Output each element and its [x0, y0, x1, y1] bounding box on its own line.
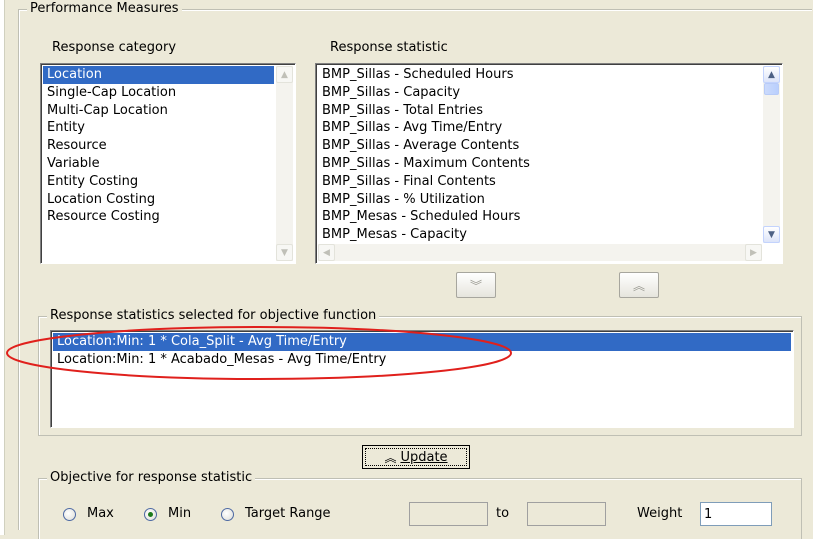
radio-selected-dot	[148, 512, 153, 517]
list-item[interactable]: BMP_Sillas - Scheduled Hours	[318, 66, 761, 84]
list-item[interactable]: Single-Cap Location	[43, 84, 274, 102]
list-item[interactable]: BMP_Sillas - % Utilization	[318, 191, 761, 209]
selected-statistics-title: Response statistics selected for objecti…	[47, 308, 380, 324]
scrollbar-thumb[interactable]	[764, 83, 779, 95]
range-to-input[interactable]	[528, 503, 605, 525]
list-item[interactable]: BMP_Sillas - Avg Time/Entry	[318, 119, 761, 137]
list-item[interactable]: Entity	[43, 119, 274, 137]
list-item[interactable]: Resource	[43, 137, 274, 155]
category-vertical-scrollbar[interactable]: ▲ ▼	[276, 66, 293, 261]
list-item[interactable]: BMP_Mesas - Capacity	[318, 226, 761, 243]
list-item[interactable]: Location:Min: 1 * Cola_Split - Avg Time/…	[53, 333, 791, 351]
list-item[interactable]: BMP_Sillas - Final Contents	[318, 173, 761, 191]
list-item[interactable]: Resource Costing	[43, 208, 274, 226]
statistic-horizontal-scrollbar[interactable]: ◀ ▶	[318, 244, 762, 261]
list-item[interactable]: Variable	[43, 155, 274, 173]
range-from-field[interactable]	[409, 502, 488, 526]
list-item[interactable]: BMP_Sillas - Total Entries	[318, 102, 761, 120]
scroll-down-icon[interactable]: ▼	[763, 226, 780, 243]
scroll-up-icon[interactable]: ▲	[763, 66, 780, 83]
list-item[interactable]: BMP_Sillas - Average Contents	[318, 137, 761, 155]
scroll-right-icon[interactable]: ▶	[745, 244, 762, 261]
weight-input[interactable]	[701, 503, 771, 525]
statistic-vertical-scrollbar[interactable]: ▲ ▼	[763, 66, 780, 243]
response-statistic-label: Response statistic	[330, 40, 448, 55]
range-to-field[interactable]	[527, 502, 606, 526]
performance-measures-title: Performance Measures	[27, 1, 182, 17]
to-label: to	[496, 506, 510, 521]
radio-target-range-label: Target Range	[245, 506, 331, 521]
list-item[interactable]: BMP_Sillas - Maximum Contents	[318, 155, 761, 173]
update-label: Update	[400, 449, 448, 465]
radio-max[interactable]	[63, 508, 76, 521]
window-left-border	[0, 0, 5, 535]
radio-min[interactable]	[144, 508, 157, 521]
list-item[interactable]: BMP_Mesas - Scheduled Hours	[318, 208, 761, 226]
list-item[interactable]: Location	[43, 66, 274, 84]
radio-max-label: Max	[87, 506, 114, 521]
double-chevron-down-icon: ︾	[469, 278, 482, 293]
move-down-button[interactable]: ︾	[456, 272, 496, 298]
objective-group-title: Objective for response statistic	[47, 470, 256, 486]
scroll-left-icon[interactable]: ◀	[318, 244, 335, 261]
response-category-label: Response category	[52, 40, 177, 55]
response-statistic-list[interactable]: BMP_Sillas - Scheduled Hours BMP_Sillas -…	[315, 63, 783, 264]
response-category-list[interactable]: Location Single-Cap Location Multi-Cap Loc…	[40, 63, 296, 264]
scroll-up-icon[interactable]: ▲	[276, 66, 293, 83]
list-item[interactable]: Location Costing	[43, 191, 274, 209]
weight-field[interactable]	[700, 502, 772, 526]
selected-statistics-list[interactable]: Location:Min: 1 * Cola_Split - Avg Time/…	[50, 330, 794, 428]
list-item[interactable]: Location:Min: 1 * Acabado_Mesas - Avg Ti…	[53, 351, 791, 369]
scroll-down-icon[interactable]: ▼	[276, 244, 293, 261]
double-chevron-up-icon: ︽	[384, 450, 397, 465]
radio-min-label: Min	[168, 506, 192, 521]
weight-label: Weight	[637, 506, 683, 521]
list-item[interactable]: Multi-Cap Location	[43, 102, 274, 120]
list-item[interactable]: Entity Costing	[43, 173, 274, 191]
double-chevron-up-icon: ︽	[632, 278, 645, 293]
list-item[interactable]: BMP_Sillas - Capacity	[318, 84, 761, 102]
update-button[interactable]: ︽ Update	[362, 445, 470, 469]
move-up-button[interactable]: ︽	[619, 272, 659, 298]
radio-target-range[interactable]	[221, 508, 234, 521]
range-from-input[interactable]	[410, 503, 487, 525]
